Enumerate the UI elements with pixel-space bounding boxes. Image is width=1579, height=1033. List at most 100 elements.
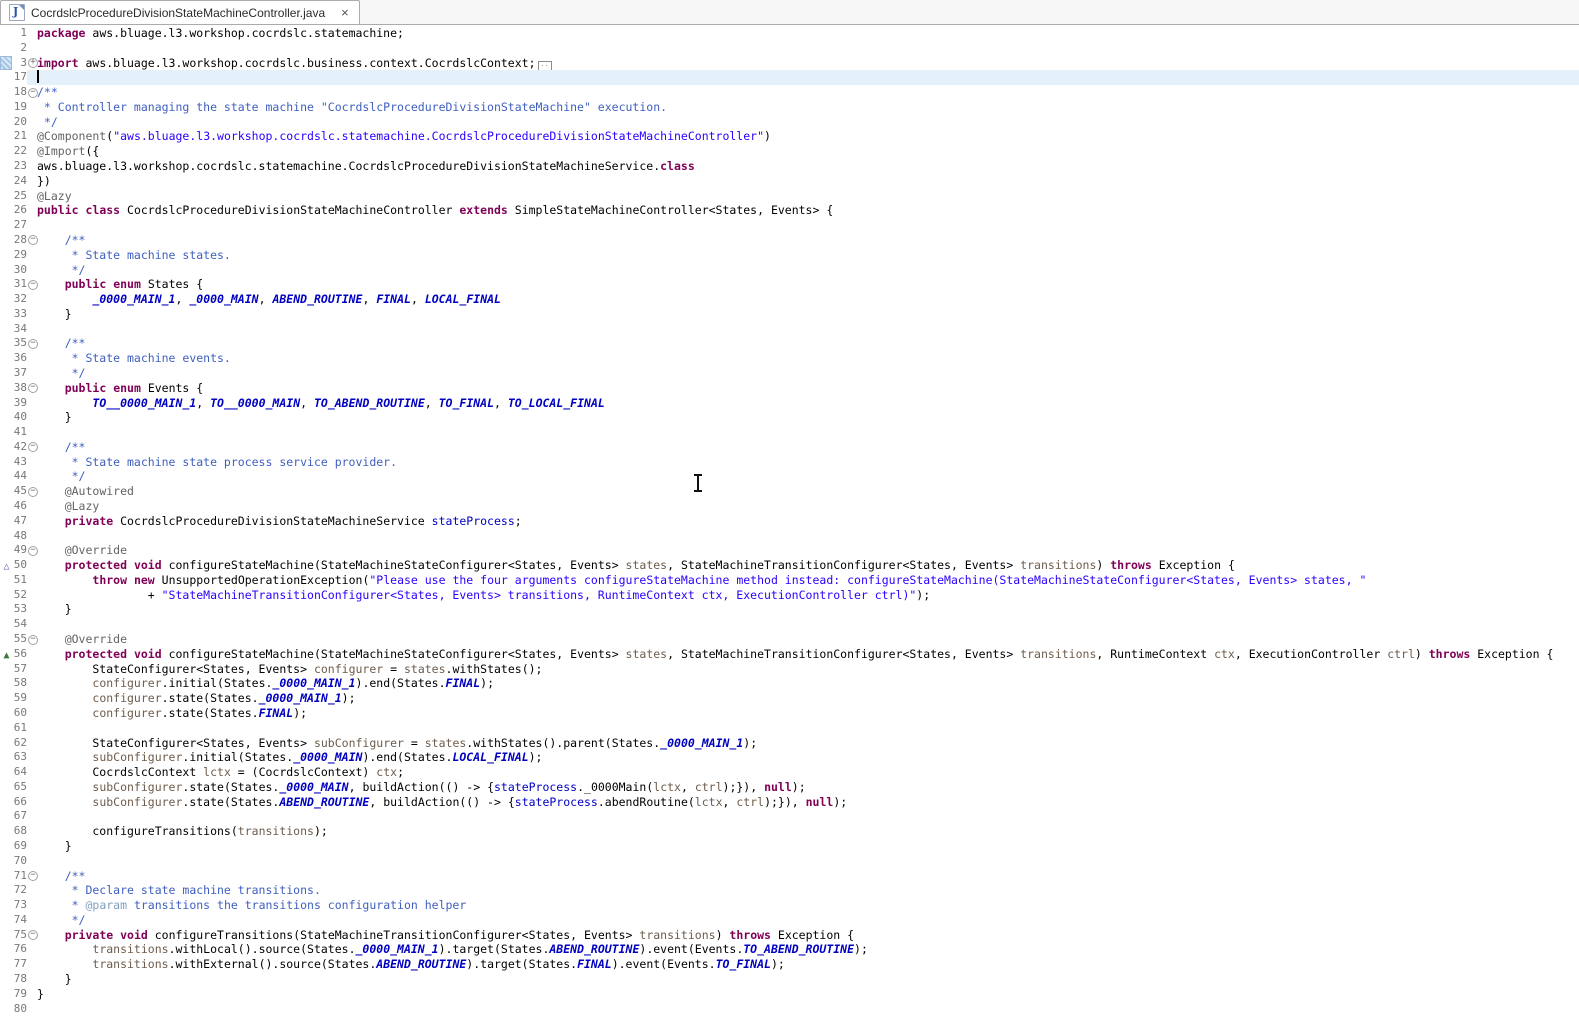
line-number[interactable]: 62 <box>13 736 27 751</box>
line-number[interactable]: 69 <box>13 839 27 854</box>
line-number[interactable]: 32 <box>13 292 27 307</box>
code-text[interactable]: */ <box>37 913 1579 928</box>
line-number[interactable]: 66 <box>13 795 27 810</box>
line-number[interactable]: 21 <box>13 129 27 144</box>
line-number[interactable]: 41 <box>13 425 27 440</box>
code-text[interactable]: * @param transitions the transitions con… <box>37 898 1579 913</box>
code-text[interactable]: /** <box>37 869 1579 884</box>
code-text[interactable]: subConfigurer.initial(States._0000_MAIN)… <box>37 750 1579 765</box>
code-text[interactable] <box>37 617 1579 632</box>
code-text[interactable]: StateConfigurer<States, Events> configur… <box>37 662 1579 677</box>
line-number[interactable]: 24 <box>13 174 27 189</box>
line-number[interactable]: 68 <box>13 824 27 839</box>
code-text[interactable]: */ <box>37 115 1579 130</box>
code-text[interactable]: protected void configureStateMachine(Sta… <box>37 558 1579 573</box>
code-text[interactable]: package aws.bluage.l3.workshop.cocrdslc.… <box>37 26 1579 41</box>
line-number[interactable]: 34 <box>13 322 27 337</box>
line-number[interactable]: 46 <box>13 499 27 514</box>
line-number[interactable]: 53 <box>13 602 27 617</box>
line-number[interactable]: 1 <box>13 26 27 41</box>
line-number[interactable]: 43 <box>13 455 27 470</box>
line-number[interactable]: 65 <box>13 780 27 795</box>
code-editor[interactable]: 1 package aws.bluage.l3.workshop.cocrdslc… <box>0 25 1579 1016</box>
line-number[interactable]: 45 <box>13 484 27 499</box>
code-text[interactable]: /** <box>37 85 1579 100</box>
code-text[interactable]: * Controller managing the state machine … <box>37 100 1579 115</box>
code-text[interactable]: subConfigurer.state(States._0000_MAIN, b… <box>37 780 1579 795</box>
code-text[interactable] <box>37 854 1579 869</box>
line-number[interactable]: 33 <box>13 307 27 322</box>
code-text[interactable]: */ <box>37 263 1579 278</box>
code-text[interactable] <box>37 70 1579 85</box>
code-text[interactable]: @Lazy <box>37 499 1579 514</box>
code-text[interactable]: } <box>37 987 1579 1002</box>
code-text[interactable]: + "StateMachineTransitionConfigurer<Stat… <box>37 588 1579 603</box>
line-number[interactable]: 71 <box>13 869 27 884</box>
code-text[interactable]: * State machine state process service pr… <box>37 455 1579 470</box>
line-number[interactable]: 48 <box>13 529 27 544</box>
code-text[interactable]: } <box>37 972 1579 987</box>
line-number[interactable]: 76 <box>13 942 27 957</box>
code-text[interactable]: @Autowired <box>37 484 1579 499</box>
code-text[interactable]: /** <box>37 233 1579 248</box>
implements-indicator-icon[interactable]: ▲ <box>3 650 9 661</box>
tab-close-icon[interactable]: × <box>341 6 349 19</box>
code-text[interactable]: */ <box>37 469 1579 484</box>
line-number[interactable]: 25 <box>13 189 27 204</box>
code-text[interactable] <box>37 322 1579 337</box>
code-text[interactable]: throw new UnsupportedOperationException(… <box>37 573 1579 588</box>
line-number[interactable]: 22 <box>13 144 27 159</box>
code-text[interactable]: configurer.initial(States._0000_MAIN_1).… <box>37 676 1579 691</box>
line-number[interactable]: 70 <box>13 854 27 869</box>
code-text[interactable]: } <box>37 602 1579 617</box>
code-text[interactable] <box>37 1002 1579 1017</box>
line-number[interactable]: 72 <box>13 883 27 898</box>
code-text[interactable]: transitions.withExternal().source(States… <box>37 957 1579 972</box>
line-number[interactable]: 37 <box>13 366 27 381</box>
code-text[interactable]: protected void configureStateMachine(Sta… <box>37 647 1579 662</box>
line-number[interactable]: 29 <box>13 248 27 263</box>
line-number[interactable]: 54 <box>13 617 27 632</box>
line-number[interactable]: 2 <box>13 41 27 56</box>
line-number[interactable]: 27 <box>13 218 27 233</box>
code-text[interactable]: /** <box>37 440 1579 455</box>
line-number[interactable]: 52 <box>13 588 27 603</box>
code-text[interactable] <box>37 41 1579 56</box>
line-number[interactable]: 51 <box>13 573 27 588</box>
code-text[interactable] <box>37 809 1579 824</box>
code-text[interactable] <box>37 425 1579 440</box>
code-text[interactable]: } <box>37 839 1579 854</box>
code-text[interactable] <box>37 218 1579 233</box>
line-number[interactable]: 77 <box>13 957 27 972</box>
line-number[interactable]: 26 <box>13 203 27 218</box>
line-number[interactable]: 47 <box>13 514 27 529</box>
code-text[interactable]: @Import({ <box>37 144 1579 159</box>
code-text[interactable]: public enum States { <box>37 277 1579 292</box>
line-number[interactable]: 78 <box>13 972 27 987</box>
line-number[interactable]: 36 <box>13 351 27 366</box>
code-text[interactable]: subConfigurer.state(States.ABEND_ROUTINE… <box>37 795 1579 810</box>
line-number[interactable]: 61 <box>13 721 27 736</box>
line-number[interactable]: 74 <box>13 913 27 928</box>
line-number[interactable]: 17 <box>13 70 27 85</box>
code-text[interactable]: StateConfigurer<States, Events> subConfi… <box>37 736 1579 751</box>
code-text[interactable]: } <box>37 307 1579 322</box>
line-number[interactable]: 73 <box>13 898 27 913</box>
code-text[interactable]: */ <box>37 366 1579 381</box>
code-text[interactable]: * State machine events. <box>37 351 1579 366</box>
code-text[interactable]: private CocrdslcProcedureDivisionStateMa… <box>37 514 1579 529</box>
line-number[interactable]: 56 <box>13 647 27 662</box>
code-text[interactable]: TO__0000_MAIN_1, TO__0000_MAIN, TO_ABEND… <box>37 396 1579 411</box>
code-text[interactable]: import aws.bluage.l3.workshop.cocrdslc.b… <box>37 56 1579 71</box>
code-text[interactable]: _0000_MAIN_1, _0000_MAIN, ABEND_ROUTINE,… <box>37 292 1579 307</box>
line-number[interactable]: 75 <box>13 928 27 943</box>
code-text[interactable]: public enum Events { <box>37 381 1579 396</box>
code-text[interactable]: transitions.withLocal().source(States._0… <box>37 942 1579 957</box>
line-number[interactable]: 49 <box>13 543 27 558</box>
code-text[interactable]: configureTransitions(transitions); <box>37 824 1579 839</box>
code-text[interactable]: configurer.state(States.FINAL); <box>37 706 1579 721</box>
line-number[interactable]: 42 <box>13 440 27 455</box>
line-number[interactable]: 31 <box>13 277 27 292</box>
line-number[interactable]: 64 <box>13 765 27 780</box>
line-number[interactable]: 39 <box>13 396 27 411</box>
